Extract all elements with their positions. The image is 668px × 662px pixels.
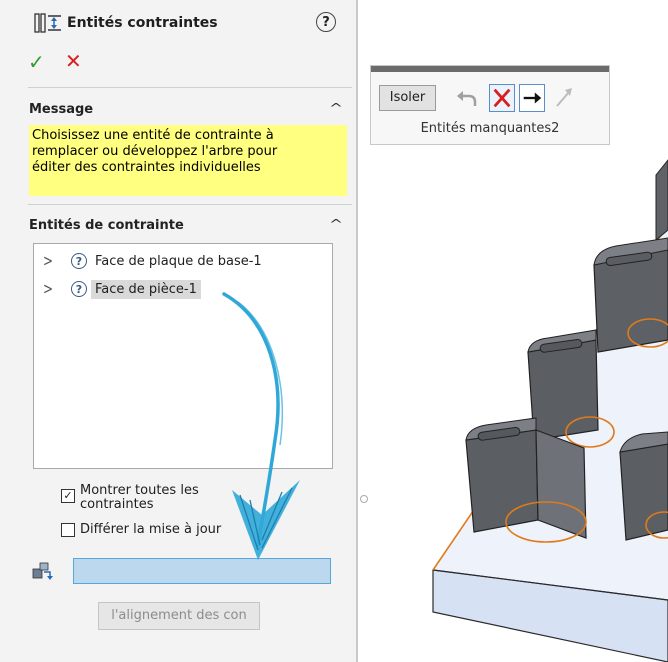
show-all-checkbox[interactable]: ✓ bbox=[61, 489, 75, 503]
divider bbox=[28, 204, 352, 205]
disabled-arrow-icon bbox=[556, 88, 572, 107]
show-all-label-line: Montrer toutes les bbox=[80, 483, 199, 498]
tree-item-selected[interactable]: > ? Face de pièce-1 bbox=[43, 278, 201, 300]
message-section-title: Message bbox=[29, 102, 94, 117]
show-all-label: Montrer toutes les contraintes bbox=[80, 484, 199, 512]
tree-item-label: Face de plaque de base-1 bbox=[95, 253, 262, 269]
constraint-entities-tree[interactable]: > ? Face de plaque de base-1 > ? Face de… bbox=[33, 243, 333, 469]
block bbox=[655, 159, 668, 242]
block bbox=[619, 431, 668, 541]
tree-item-label: Face de pièce-1 bbox=[91, 279, 201, 299]
entities-section-title: Entités de contrainte bbox=[29, 218, 184, 233]
defer-update-checkbox[interactable] bbox=[61, 523, 75, 537]
divider bbox=[28, 87, 352, 88]
alignment-button[interactable]: l'alignement des con bbox=[98, 602, 260, 630]
property-manager-panel: Entités contraintes ? ✓ ✕ Message ^ Choi… bbox=[0, 0, 356, 662]
panel-title: Entités contraintes bbox=[67, 15, 218, 31]
selection-field[interactable] bbox=[73, 558, 331, 584]
toolbar-label: Entités manquantes2 bbox=[420, 121, 560, 136]
chevron-right-icon[interactable]: > bbox=[43, 252, 63, 270]
toolbar-title-bar[interactable] bbox=[371, 66, 609, 72]
question-icon[interactable]: ? bbox=[316, 12, 336, 32]
swap-entities-icon bbox=[32, 562, 53, 580]
missing-entities-toolbar: Isoler Entités manquantes2 bbox=[370, 65, 610, 145]
close-icon[interactable]: ✕ bbox=[65, 49, 82, 73]
message-box: Choisissez une entité de contrainte à re… bbox=[29, 125, 347, 196]
chevron-right-icon[interactable]: > bbox=[43, 280, 63, 298]
undo-icon[interactable] bbox=[455, 84, 481, 112]
question-icon: ? bbox=[71, 253, 87, 269]
next-arrow-icon[interactable] bbox=[519, 84, 545, 112]
checkmark-icon[interactable]: ✓ bbox=[28, 50, 45, 74]
block bbox=[593, 237, 668, 353]
constrained-entities-icon bbox=[34, 13, 61, 33]
show-all-label-line: contraintes bbox=[80, 497, 154, 512]
message-line: remplacer ou développez l'arbre pour bbox=[32, 144, 278, 159]
defer-update-label: Différer la mise à jour bbox=[80, 522, 222, 537]
question-icon: ? bbox=[71, 281, 87, 297]
chevron-up-icon[interactable]: ^ bbox=[329, 101, 343, 115]
delete-icon[interactable] bbox=[489, 84, 515, 112]
isolate-button[interactable]: Isoler bbox=[379, 85, 436, 111]
message-line: Choisissez une entité de contrainte à bbox=[32, 128, 274, 143]
message-line: éditer des contraintes individuelles bbox=[32, 160, 261, 175]
tree-item[interactable]: > ? Face de plaque de base-1 bbox=[43, 250, 262, 272]
chevron-up-icon[interactable]: ^ bbox=[329, 217, 343, 231]
